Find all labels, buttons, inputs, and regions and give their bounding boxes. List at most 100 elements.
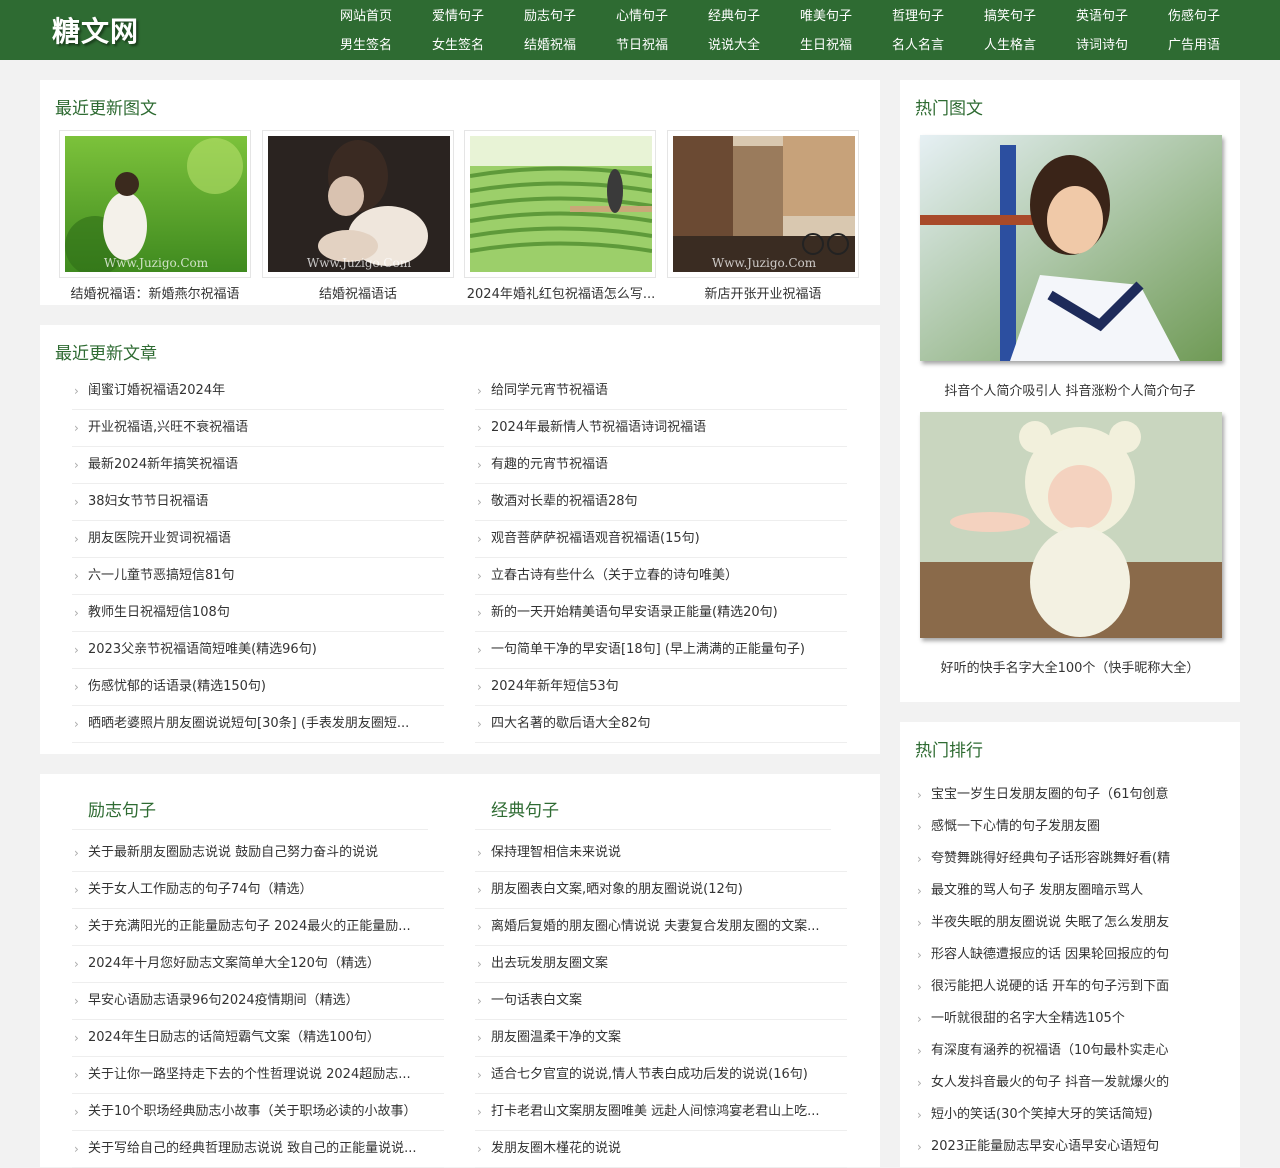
list-item[interactable]: › 教师生日祝福短信108句	[72, 595, 444, 632]
list-item[interactable]: › 关于充满阳光的正能量励志句子 2024最火的正能量励...	[72, 909, 444, 946]
rank-item[interactable]: › 短小的笑话(30个笑掉大牙的笑话简短)	[915, 1099, 1225, 1131]
list-item[interactable]: › 闺蜜订婚祝福语2024年	[72, 373, 444, 410]
list-item[interactable]: › 38妇女节节日祝福语	[72, 484, 444, 521]
list-item[interactable]: › 朋友圈表白文案,晒对象的朋友圈说说(12句)	[475, 872, 847, 909]
list-item[interactable]: › 六一儿童节恶搞短信81句	[72, 558, 444, 595]
rank-item[interactable]: › 最文雅的骂人句子 发朋友圈暗示骂人	[915, 875, 1225, 907]
nav-item[interactable]: 经典句子	[688, 6, 780, 28]
list-item[interactable]: › 新的一天开始精美语句早安语录正能量(精选20句)	[475, 595, 847, 632]
chevron-right-icon: ›	[74, 1068, 79, 1082]
rank-item[interactable]: › 宝宝一岁生日发朋友圈的句子（61句创意	[915, 779, 1225, 811]
thumbnail-image[interactable]	[470, 136, 652, 272]
thumbnail-caption[interactable]: 结婚祝福语话	[255, 283, 461, 302]
rank-item[interactable]: › 2023正能量励志早安心语早安心语短句	[915, 1131, 1225, 1163]
chevron-right-icon: ›	[917, 1012, 922, 1026]
nav-item[interactable]: 爱情句子	[412, 6, 504, 28]
rank-item[interactable]: › 形容人缺德遭报应的话 因果轮回报应的句	[915, 939, 1225, 971]
nav-item[interactable]: 哲理句子	[872, 6, 964, 28]
nav-item[interactable]: 唯美句子	[780, 6, 872, 28]
list-item[interactable]: › 有趣的元宵节祝福语	[475, 447, 847, 484]
nav-item[interactable]: 人生格言	[964, 35, 1056, 57]
list-item[interactable]: › 伤感忧郁的话语录(精选150句)	[72, 669, 444, 706]
chevron-right-icon: ›	[477, 680, 482, 694]
list-item[interactable]: › 适合七夕官宣的说说,情人节表白成功后发的说说(16句)	[475, 1057, 847, 1094]
nav-item[interactable]: 广告用语	[1148, 35, 1240, 57]
category-title[interactable]: 经典句子	[491, 796, 559, 821]
thumbnail-caption[interactable]: 结婚祝福语：新婚燕尔祝福语	[52, 283, 258, 302]
list-item[interactable]: › 2024年最新情人节祝福语诗词祝福语	[475, 410, 847, 447]
thumbnail-caption[interactable]: 2024年婚礼红包祝福语怎么写...	[458, 283, 664, 302]
list-item[interactable]: › 开业祝福语,兴旺不衰祝福语	[72, 410, 444, 447]
nav-item[interactable]: 女生签名	[412, 35, 504, 57]
thumbnail-image[interactable]: Www.Juzigo.Com	[65, 136, 247, 272]
hot-image-caption[interactable]: 好听的快手名字大全100个（快手昵称大全）	[900, 657, 1240, 676]
nav-item[interactable]: 结婚祝福	[504, 35, 596, 57]
nav-item[interactable]: 励志句子	[504, 6, 596, 28]
chevron-right-icon: ›	[477, 883, 482, 897]
thumbnail-3[interactable]	[464, 130, 656, 278]
list-item[interactable]: › 发朋友圈木槿花的说说	[475, 1131, 847, 1168]
hot-image-caption[interactable]: 抖音个人简介吸引人 抖音涨粉个人简介句子	[900, 380, 1240, 399]
rank-item[interactable]: › 半夜失眠的朋友圈说说 失眠了怎么发朋友	[915, 907, 1225, 939]
nav-item[interactable]: 心情句子	[596, 6, 688, 28]
nav-item[interactable]: 诗词诗句	[1056, 35, 1148, 57]
chevron-right-icon: ›	[917, 820, 922, 834]
list-item[interactable]: › 关于女人工作励志的句子74句（精选）	[72, 872, 444, 909]
list-item[interactable]: › 2024年十月您好励志文案简单大全120句（精选）	[72, 946, 444, 983]
nav-item[interactable]: 伤感句子	[1148, 6, 1240, 28]
watermark: Www.Juzigo.Com	[711, 256, 817, 270]
nav-item[interactable]: 生日祝福	[780, 35, 872, 57]
list-item[interactable]: › 2023父亲节祝福语简短唯美(精选96句)	[72, 632, 444, 669]
hot-image-1[interactable]	[920, 135, 1222, 361]
rank-item[interactable]: › 感慨一下心情的句子发朋友圈	[915, 811, 1225, 843]
thumbnail-2[interactable]: Www.Juzigo.Com	[262, 130, 454, 278]
list-item[interactable]: › 立春古诗有些什么（关于立春的诗句唯美）	[475, 558, 847, 595]
rank-item[interactable]: › 有深度有涵养的祝福语（10句最朴实走心	[915, 1035, 1225, 1067]
nav-item[interactable]: 说说大全	[688, 35, 780, 57]
list-item[interactable]: › 四大名著的歇后语大全82句	[475, 706, 847, 743]
list-item[interactable]: › 观音菩萨萨祝福语观音祝福语(15句)	[475, 521, 847, 558]
list-item[interactable]: › 2024年生日励志的话简短霸气文案（精选100句）	[72, 1020, 444, 1057]
list-item[interactable]: › 最新2024新年搞笑祝福语	[72, 447, 444, 484]
list-item[interactable]: › 一句话表白文案	[475, 983, 847, 1020]
list-item[interactable]: › 出去玩发朋友圈文案	[475, 946, 847, 983]
nav-row-1: 网站首页 爱情句子 励志句子 心情句子 经典句子 唯美句子 哲理句子 搞笑句子 …	[320, 6, 1240, 28]
nav-item[interactable]: 网站首页	[320, 6, 412, 28]
nav-item[interactable]: 名人名言	[872, 35, 964, 57]
nav-item[interactable]: 男生签名	[320, 35, 412, 57]
list-item[interactable]: › 关于让你一路坚持走下去的个性哲理说说 2024超励志...	[72, 1057, 444, 1094]
list-item[interactable]: › 早安心语励志语录96句2024疫情期间（精选）	[72, 983, 444, 1020]
chevron-right-icon: ›	[74, 606, 79, 620]
nav-item[interactable]: 搞笑句子	[964, 6, 1056, 28]
rank-item[interactable]: › 女人发抖音最火的句子 抖音一发就爆火的	[915, 1067, 1225, 1099]
rank-item[interactable]: › 夸赞舞跳得好经典句子话形容跳舞好看(精	[915, 843, 1225, 875]
list-item[interactable]: › 离婚后复婚的朋友圈心情说说 夫妻复合发朋友圈的文案...	[475, 909, 847, 946]
list-item[interactable]: › 打卡老君山文案朋友圈唯美 远赴人间惊鸿宴老君山上吃...	[475, 1094, 847, 1131]
list-item[interactable]: › 敬酒对长辈的祝福语28句	[475, 484, 847, 521]
watermark: Www.Juzigo.Com	[306, 256, 412, 270]
list-item[interactable]: › 关于10个职场经典励志小故事（关于职场必读的小故事）	[72, 1094, 444, 1131]
chevron-right-icon: ›	[74, 994, 79, 1008]
thumbnail-1[interactable]: Www.Juzigo.Com	[59, 130, 251, 278]
list-item[interactable]: › 关于最新朋友圈励志说说 鼓励自己努力奋斗的说说	[72, 835, 444, 872]
thumbnail-image[interactable]: Www.Juzigo.Com	[268, 136, 450, 272]
category-title[interactable]: 励志句子	[88, 796, 156, 821]
thumbnail-image[interactable]: Www.Juzigo.Com	[673, 136, 855, 272]
hot-image-2[interactable]	[920, 412, 1222, 638]
list-item[interactable]: › 2024年新年短信53句	[475, 669, 847, 706]
list-item[interactable]: › 一句简单干净的早安语[18句] (早上满满的正能量句子)	[475, 632, 847, 669]
thumbnail-caption[interactable]: 新店开张开业祝福语	[660, 283, 866, 302]
nav-item[interactable]: 英语句子	[1056, 6, 1148, 28]
site-logo[interactable]: 糖文网	[52, 10, 139, 50]
thumbnail-4[interactable]: Www.Juzigo.Com	[667, 130, 859, 278]
list-item[interactable]: › 保持理智相信未来说说	[475, 835, 847, 872]
nav-item[interactable]: 节日祝福	[596, 35, 688, 57]
list-item[interactable]: › 晒晒老婆照片朋友圈说说短句[30条] (手表发朋友圈短...	[72, 706, 444, 743]
list-item[interactable]: › 朋友医院开业贺词祝福语	[72, 521, 444, 558]
list-item[interactable]: › 给同学元宵节祝福语	[475, 373, 847, 410]
rank-item[interactable]: › 很污能把人说硬的话 开车的句子污到下面	[915, 971, 1225, 1003]
rank-item[interactable]: › 一听就很甜的名字大全精选105个	[915, 1003, 1225, 1035]
list-item[interactable]: › 朋友圈温柔干净的文案	[475, 1020, 847, 1057]
chevron-right-icon: ›	[477, 846, 482, 860]
list-item[interactable]: › 关于写给自己的经典哲理励志说说 致自己的正能量说说...	[72, 1131, 444, 1168]
